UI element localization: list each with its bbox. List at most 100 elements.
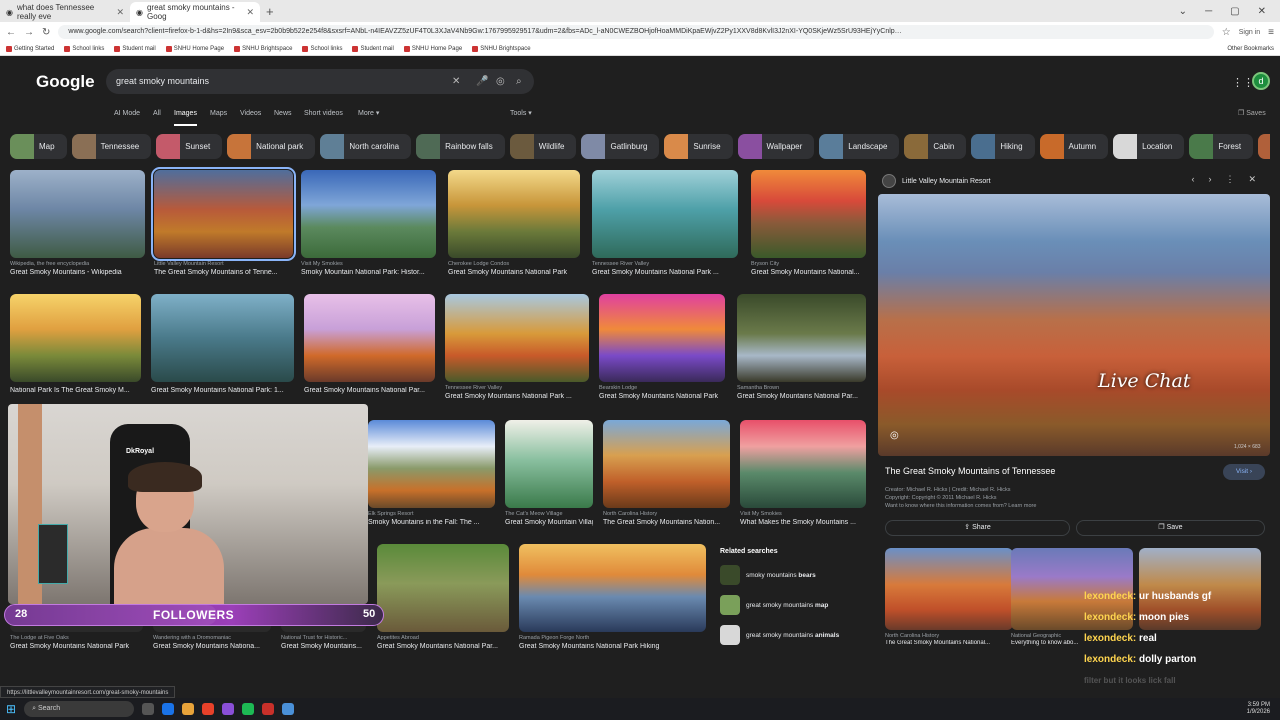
related-image-thumbnail[interactable]	[885, 548, 1013, 630]
image-result[interactable]: Great Smoky Mountains National Park: 1..…	[151, 294, 294, 394]
close-window-icon[interactable]: ✕	[1258, 6, 1266, 17]
chip-hiking[interactable]: Hiking	[971, 134, 1035, 159]
bookmark-item[interactable]: SNHU Brightspace	[234, 45, 292, 52]
chip-forest[interactable]: Forest	[1189, 134, 1254, 159]
voice-search-icon[interactable]: 🎤	[476, 69, 488, 94]
result-title[interactable]: Great Smoky Mountains National Park ...	[592, 269, 738, 276]
menu-icon[interactable]: ≡	[1268, 27, 1274, 38]
related-search-item[interactable]: great smoky mountains map	[720, 595, 870, 615]
related-image-title[interactable]: The Great Smoky Mountains National...	[885, 640, 1013, 646]
result-thumbnail[interactable]	[301, 170, 436, 258]
result-thumbnail[interactable]	[519, 544, 706, 632]
panel-title[interactable]: The Great Smoky Mountains of Tennessee	[885, 466, 1055, 476]
result-title[interactable]: Great Smoky Mountains - Wikipedia	[10, 269, 145, 276]
file-explorer-icon[interactable]	[182, 703, 195, 715]
result-thumbnail[interactable]	[603, 420, 730, 508]
result-title[interactable]: Great Smoky Mountains National Park: 1..…	[151, 387, 294, 394]
tab-all[interactable]: All	[153, 106, 161, 126]
maximize-icon[interactable]: ▢	[1230, 6, 1239, 17]
next-icon[interactable]: ›	[1208, 174, 1211, 185]
result-title[interactable]: Great Smoky Mountains National Park	[10, 643, 143, 650]
browser-tab-1[interactable]: ◉ what does Tennessee really eve ✕	[0, 2, 130, 22]
bookmark-item[interactable]: SNHU Home Page	[403, 45, 462, 52]
chip-location[interactable]: Location	[1113, 134, 1185, 159]
saves-button[interactable]: ❐ Saves	[1238, 109, 1266, 117]
image-result[interactable]: Bryson City Great Smoky Mountains Nationa…	[751, 170, 866, 276]
result-thumbnail[interactable]	[368, 420, 495, 508]
chip-sunrise[interactable]: Sunrise	[664, 134, 733, 159]
share-button[interactable]: ⇪ Share	[885, 520, 1070, 536]
google-logo[interactable]: Google	[36, 72, 95, 92]
tab-videos[interactable]: Videos	[240, 106, 261, 126]
chip-national-park[interactable]: National park	[227, 134, 316, 159]
result-thumbnail[interactable]	[445, 294, 589, 382]
avatar[interactable]: d	[1252, 72, 1270, 90]
result-thumbnail[interactable]	[10, 170, 145, 258]
image-result[interactable]: National Park Is The Great Smoky M...	[10, 294, 141, 394]
sign-in-button[interactable]: Sign in	[1239, 29, 1260, 36]
other-bookmarks[interactable]: Other Bookmarks	[1227, 46, 1274, 52]
image-result[interactable]: The Cat's Meow Village Great Smoky Mounta…	[505, 420, 593, 526]
discord-icon[interactable]	[222, 703, 235, 715]
tab-images[interactable]: Images	[174, 106, 197, 126]
result-title[interactable]: Great Smoky Mountains National Park Hiki…	[519, 643, 706, 650]
image-result[interactable]: Tennessee River Valley Great Smoky Mounta…	[445, 294, 589, 400]
result-thumbnail[interactable]	[151, 167, 296, 261]
tab-news[interactable]: News	[274, 106, 292, 126]
search-icon[interactable]: ⌕	[516, 69, 522, 94]
result-title[interactable]: Great Smoky Mountains National Park ...	[445, 393, 589, 400]
bookmark-item[interactable]: Student mail	[114, 45, 156, 52]
result-thumbnail[interactable]	[751, 170, 866, 258]
firefox-icon[interactable]	[202, 703, 215, 715]
new-tab-icon[interactable]: +	[260, 4, 280, 19]
result-thumbnail[interactable]	[592, 170, 738, 258]
image-result[interactable]: Samantha Brown Great Smoky Mountains Nati…	[737, 294, 866, 400]
bookmark-item[interactable]: SNHU Brightspace	[472, 45, 531, 52]
result-thumbnail[interactable]	[505, 420, 593, 508]
image-result[interactable]: Visit My Smokies What Makes the Smoky Mou…	[740, 420, 866, 526]
apps-grid-icon[interactable]: ⋮⋮	[1232, 76, 1254, 89]
tab-ai-mode[interactable]: AI Mode	[114, 106, 140, 126]
chip-gatlinburg[interactable]: Gatlinburg	[581, 134, 660, 159]
close-tab-icon[interactable]: ✕	[116, 7, 124, 18]
save-button[interactable]: ❐ Save	[1076, 520, 1265, 536]
image-result[interactable]: Ramada Pigeon Forge North Great Smoky Mou…	[519, 544, 706, 650]
tab-list-icon[interactable]: ⌄	[1179, 6, 1187, 17]
search-box[interactable]: great smoky mountains ✕ 🎤 ◎ ⌕	[106, 69, 534, 94]
bookmark-item[interactable]: Student mail	[352, 45, 394, 52]
tab-maps[interactable]: Maps	[210, 106, 227, 126]
image-result[interactable]: Appetites Abroad Great Smoky Mountains Na…	[377, 544, 509, 650]
panel-related-image[interactable]: North Carolina History The Great Smoky Mo…	[885, 548, 1013, 646]
spotify-icon[interactable]	[242, 703, 255, 715]
preview-image[interactable]: Live Chat ◎ 1,024 × 683	[878, 194, 1270, 456]
visit-button[interactable]: Visit ›	[1223, 464, 1265, 480]
image-result[interactable]: Tennessee River Valley Great Smoky Mounta…	[592, 170, 738, 276]
back-icon[interactable]: ←	[6, 27, 16, 38]
bookmark-item[interactable]: School links	[64, 45, 104, 52]
image-result[interactable]: Elk Springs Resort Smoky Mountains in the…	[368, 420, 495, 526]
chip-wildlife[interactable]: Wildlife	[509, 134, 577, 159]
credit-line[interactable]: Want to know where this information come…	[885, 502, 1036, 510]
image-result[interactable]: Wikipedia, the free encyclopedia Great Sm…	[10, 170, 145, 276]
result-thumbnail[interactable]	[377, 544, 509, 632]
task-view-icon[interactable]	[142, 703, 155, 715]
search-input[interactable]: great smoky mountains	[116, 76, 209, 86]
result-title[interactable]: Great Smoky Mountains National Park	[448, 269, 580, 276]
result-title[interactable]: Smoky Mountains in the Fall: The ...	[368, 519, 495, 526]
more-options-icon[interactable]: ⋮	[1225, 174, 1234, 185]
chip-sunset[interactable]: Sunset	[156, 134, 223, 159]
result-thumbnail[interactable]	[740, 420, 866, 508]
result-title[interactable]: Great Smoky Mountains...	[281, 643, 366, 650]
close-tab-icon[interactable]: ✕	[246, 7, 254, 18]
obs-icon[interactable]	[262, 703, 275, 715]
result-title[interactable]: Great Smoky Mountains National Park	[599, 393, 725, 400]
result-title[interactable]: Great Smoky Mountains Nationa...	[153, 643, 271, 650]
chip-wallpaper[interactable]: Wallpaper	[737, 134, 815, 159]
result-thumbnail[interactable]	[448, 170, 580, 258]
panel-site-name[interactable]: Little Valley Mountain Resort	[902, 178, 991, 185]
forward-icon[interactable]: →	[24, 27, 34, 38]
image-result[interactable]: Great Smoky Mountains National Par...	[304, 294, 435, 394]
result-thumbnail[interactable]	[151, 294, 294, 382]
chip-autumn[interactable]: Autumn	[1039, 134, 1109, 159]
result-title[interactable]: National Park Is The Great Smoky M...	[10, 387, 141, 394]
